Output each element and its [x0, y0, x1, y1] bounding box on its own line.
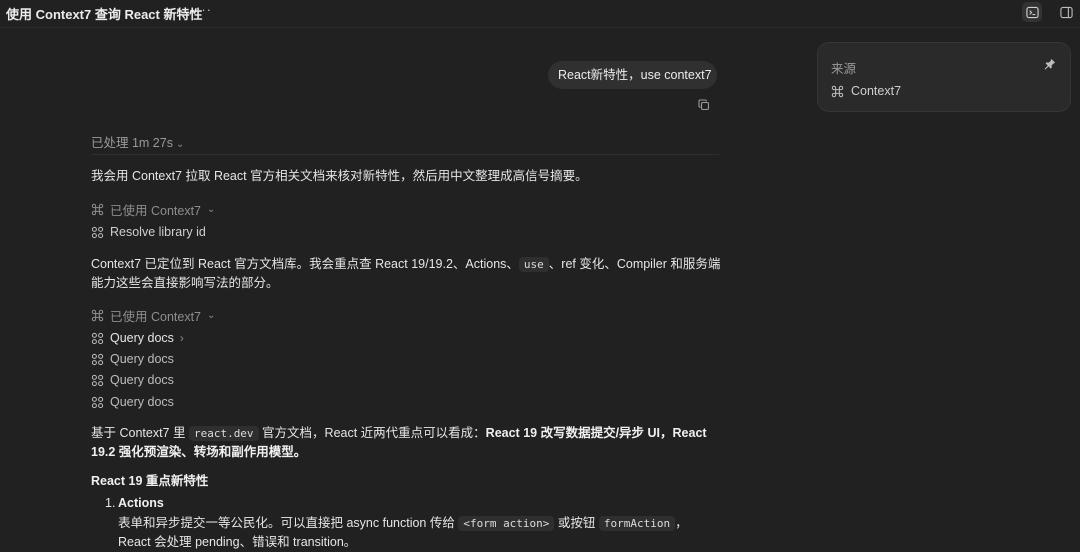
para3-text-b: 官方文档，React 近两代重点可以看成：: [258, 426, 486, 440]
list-item-body: 表单和异步提交一等公民化。可以直接把 async function 传给 <fo…: [118, 514, 718, 552]
tool-call-label: Query docs: [110, 352, 174, 366]
chevron-down-icon: ⌄: [175, 139, 185, 150]
divider: [91, 154, 719, 155]
tool-call-label: Query docs: [110, 331, 174, 345]
toggle-panel-button[interactable]: [1056, 2, 1076, 22]
inline-code: <form action>: [458, 516, 555, 531]
copy-icon[interactable]: [698, 99, 710, 111]
processed-label: 已处理 1m 27s: [91, 136, 173, 150]
para2-text-a: Context7 已定位到 React 官方文档库。我会重点查 React 19…: [91, 257, 519, 271]
assistant-intro: 我会用 Context7 拉取 React 官方相关文档来核对新特性，然后用中文…: [91, 169, 588, 183]
grid-icon: [91, 396, 104, 408]
terminal-button[interactable]: [1022, 2, 1042, 22]
tool-used-label: 已使用 Context7: [110, 309, 202, 324]
list-number: 1.: [105, 496, 116, 510]
user-message-bubble: React新特性，use context7: [548, 61, 717, 89]
sidebar-panel-icon: [1059, 6, 1073, 18]
tool-call-item[interactable]: Resolve library id: [91, 224, 206, 240]
sources-card: 来源 Context7: [817, 42, 1071, 112]
grid-icon: [91, 374, 104, 386]
command-icon: [831, 85, 844, 97]
list-item-title: Actions: [118, 496, 164, 510]
list-text-a: 表单和异步提交一等公民化。可以直接把 async function 传给: [118, 516, 459, 530]
chevron-right-icon: ›: [179, 331, 184, 345]
source-item[interactable]: Context7: [831, 84, 901, 98]
top-bar: 使用 Context7 查询 React 新特性 ···: [0, 0, 1080, 28]
terminal-icon: [1025, 6, 1039, 18]
sources-title: 来源: [831, 62, 857, 76]
tool-call-item[interactable]: Query docs: [91, 351, 174, 367]
inline-code: react.dev: [188, 426, 259, 441]
tool-call-item[interactable]: Query docs ›: [91, 330, 184, 346]
list-text-b: 或按钮: [554, 516, 599, 530]
tool-call-label: Query docs: [110, 395, 174, 409]
section-heading: React 19 重点新特性: [91, 474, 209, 488]
grid-icon: [91, 332, 104, 344]
assistant-paragraph-2: Context7 已定位到 React 官方文档库。我会重点查 React 19…: [91, 255, 721, 293]
tool-used-label: 已使用 Context7: [110, 203, 202, 218]
conversation-title: 使用 Context7 查询 React 新特性: [6, 7, 203, 22]
chevron-down-icon: ⌄: [207, 203, 216, 215]
tool-call-label: Resolve library id: [110, 225, 206, 239]
tool-used-toggle-2[interactable]: 已使用 Context7 ⌄: [91, 307, 216, 324]
pin-icon[interactable]: [1044, 58, 1056, 70]
grid-icon: [91, 226, 104, 238]
tool-call-label: Query docs: [110, 373, 174, 387]
inline-code: formAction: [598, 516, 676, 531]
assistant-paragraph-3: 基于 Context7 里 react.dev 官方文档，React 近两代重点…: [91, 424, 721, 462]
command-icon: [91, 203, 104, 215]
tool-call-item[interactable]: Query docs: [91, 394, 174, 410]
source-item-label: Context7: [851, 84, 902, 98]
processed-toggle[interactable]: 已处理 1m 27s ⌄: [91, 132, 184, 151]
command-icon: [91, 309, 104, 321]
chevron-down-icon: ⌄: [207, 309, 216, 321]
inline-code: use: [518, 257, 549, 272]
tool-call-item[interactable]: Query docs: [91, 372, 174, 388]
para3-text-a: 基于 Context7 里: [91, 426, 189, 440]
more-options-button[interactable]: ···: [196, 2, 212, 17]
tool-used-toggle-1[interactable]: 已使用 Context7 ⌄: [91, 201, 216, 218]
grid-icon: [91, 353, 104, 365]
